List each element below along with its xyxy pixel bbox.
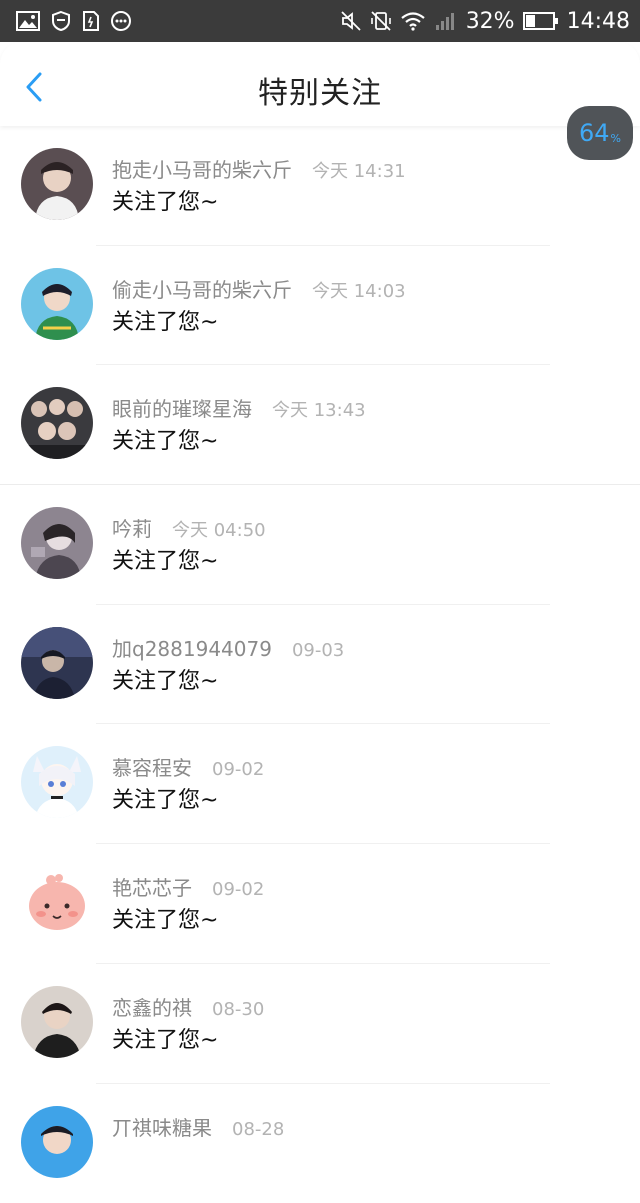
timestamp: 09-02: [212, 759, 264, 780]
avatar[interactable]: [21, 387, 93, 459]
timestamp: 09-02: [212, 879, 264, 900]
timestamp: 09-03: [292, 640, 344, 661]
action-text: 关注了您~: [112, 543, 218, 575]
name-line: 慕容程安 09-02: [112, 752, 264, 781]
user-name[interactable]: 慕容程安: [112, 752, 192, 781]
name-line: 加q2881944079 09-03: [112, 633, 344, 662]
avatar[interactable]: [21, 1106, 93, 1178]
avatar[interactable]: [21, 268, 93, 340]
badge-value: 64: [579, 119, 610, 147]
avatar[interactable]: [21, 866, 93, 938]
timestamp: 今天 04:50: [172, 516, 266, 542]
timestamp: 08-28: [232, 1119, 284, 1140]
user-name[interactable]: 眼前的璀璨星海: [112, 393, 252, 422]
image-icon: [16, 11, 40, 31]
wifi-icon: [400, 11, 426, 31]
action-text: 关注了您~: [112, 184, 218, 216]
list-item[interactable]: 慕容程安 09-02 关注了您~: [0, 724, 640, 844]
list-item[interactable]: 吟莉 今天 04:50 关注了您~: [0, 485, 640, 605]
follow-list: 抱走小马哥的柴六斤 今天 14:31 关注了您~ 偷走小马哥的柴六斤 今天 14…: [0, 126, 640, 1203]
name-line: 丌祺味糖果 08-28: [112, 1112, 284, 1141]
header: 特别关注: [0, 42, 640, 126]
timestamp: 08-30: [212, 999, 264, 1020]
timestamp: 今天 13:43: [272, 396, 366, 422]
mute-icon: [340, 10, 362, 32]
shield-icon: [50, 10, 72, 32]
sim-icon: [82, 10, 100, 32]
list-item[interactable]: 抱走小马哥的柴六斤 今天 14:31 关注了您~: [0, 126, 640, 246]
vibrate-off-icon: [370, 10, 392, 32]
status-time: 14:48: [567, 9, 630, 34]
action-text: 关注了您~: [112, 423, 218, 455]
list-item[interactable]: 加q2881944079 09-03 关注了您~: [0, 605, 640, 725]
battery-percent: 32%: [466, 9, 515, 34]
status-bar-right: 32% 14:48: [340, 6, 630, 36]
list-item[interactable]: 恋鑫的祺 08-30 关注了您~: [0, 964, 640, 1084]
battery-icon: [523, 11, 559, 31]
name-line: 艳芯芯子 09-02: [112, 872, 264, 901]
floating-speed-badge[interactable]: 64%: [567, 106, 633, 160]
user-name[interactable]: 艳芯芯子: [112, 872, 192, 901]
timestamp: 今天 14:03: [312, 277, 406, 303]
list-item[interactable]: 丌祺味糖果 08-28: [0, 1084, 640, 1203]
action-text: 关注了您~: [112, 902, 218, 934]
timestamp: 今天 14:31: [312, 157, 406, 183]
page-title: 特别关注: [0, 68, 640, 112]
more-dots-icon: [110, 10, 132, 32]
user-name[interactable]: 吟莉: [112, 513, 152, 542]
name-line: 眼前的璀璨星海 今天 13:43: [112, 393, 366, 422]
name-line: 偷走小马哥的柴六斤 今天 14:03: [112, 274, 406, 303]
signal-icon: [434, 11, 458, 31]
user-name[interactable]: 丌祺味糖果: [112, 1112, 212, 1141]
status-bar: 32% 14:48: [0, 0, 640, 42]
avatar[interactable]: [21, 746, 93, 818]
avatar[interactable]: [21, 986, 93, 1058]
action-text: 关注了您~: [112, 782, 218, 814]
name-line: 抱走小马哥的柴六斤 今天 14:31: [112, 154, 406, 183]
action-text: 关注了您~: [112, 663, 218, 695]
user-name[interactable]: 抱走小马哥的柴六斤: [112, 154, 292, 183]
badge-unit: %: [611, 132, 621, 145]
user-name[interactable]: 恋鑫的祺: [112, 992, 192, 1021]
user-name[interactable]: 加q2881944079: [112, 633, 272, 662]
avatar[interactable]: [21, 148, 93, 220]
action-text: 关注了您~: [112, 1022, 218, 1054]
list-item[interactable]: 偷走小马哥的柴六斤 今天 14:03 关注了您~: [0, 246, 640, 366]
action-text: 关注了您~: [112, 304, 218, 336]
list-item[interactable]: 艳芯芯子 09-02 关注了您~: [0, 844, 640, 964]
name-line: 恋鑫的祺 08-30: [112, 992, 264, 1021]
name-line: 吟莉 今天 04:50: [112, 513, 266, 542]
status-bar-left: [16, 8, 132, 34]
avatar[interactable]: [21, 507, 93, 579]
avatar[interactable]: [21, 627, 93, 699]
user-name[interactable]: 偷走小马哥的柴六斤: [112, 274, 292, 303]
list-item[interactable]: 眼前的璀璨星海 今天 13:43 关注了您~: [0, 365, 640, 485]
